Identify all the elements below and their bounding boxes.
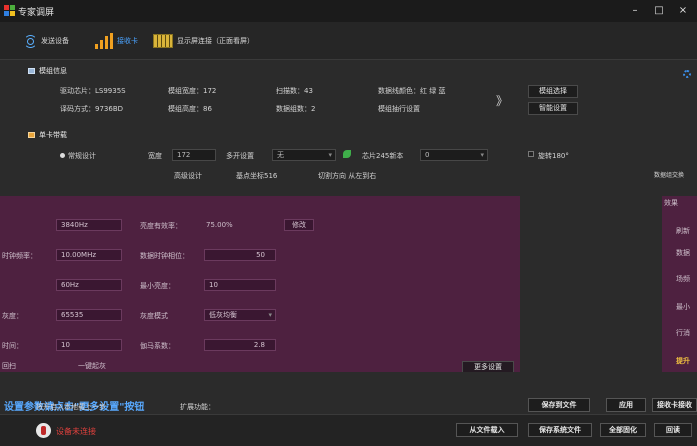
time-input[interactable]: 10 <box>56 339 122 351</box>
gray-label: 灰度： <box>2 312 23 320</box>
module-info-title: 模组信息 <box>39 67 67 75</box>
right-label-2: 数据 <box>676 249 690 257</box>
title-bar: 专家调屏 – □ × <box>0 0 697 22</box>
data-phase-stepper[interactable]: 50 <box>204 249 276 261</box>
grid-icon <box>153 34 173 48</box>
base-point-label: 基点坐标516 <box>236 172 278 180</box>
data-line-color: 数据线颜色：红 绿 蓝 <box>378 87 446 95</box>
chip-select[interactable]: 0 <box>420 149 488 161</box>
module-height: 模组高度：86 <box>168 105 212 113</box>
maximize-button[interactable]: □ <box>652 4 666 17</box>
signal-icon <box>23 34 37 48</box>
multi-open-label: 多开设置 <box>226 152 254 160</box>
parameter-panel: 3840Hz 亮度有效率： 75.00% 修改 时钟频率： 10.00MHz 数… <box>0 196 520 374</box>
gamma-label: 伽马系数： <box>140 342 175 350</box>
multi-open-select[interactable]: 无 <box>272 149 336 161</box>
apply-button[interactable]: 应用 <box>606 398 646 412</box>
min-brightness-input[interactable]: 10 <box>204 279 276 291</box>
local-load-text[interactable]: 将开启入本地载上一步 <box>36 402 106 412</box>
tab-label: 发送设备 <box>41 37 69 45</box>
load-from-file-button[interactable]: 从文件载入 <box>456 423 518 437</box>
gear-icon[interactable] <box>683 70 691 78</box>
gamma-stepper[interactable]: 2.8 <box>204 339 276 351</box>
frequency-display[interactable]: 3840Hz <box>56 219 122 231</box>
data-phase-label: 数据时钟相位： <box>140 252 189 260</box>
modify-button[interactable]: 修改 <box>284 219 314 231</box>
brightness-efficiency-label: 亮度有效率： <box>140 222 182 230</box>
gray-mode-label: 灰度模式 <box>140 312 168 320</box>
card-settings-heading: 单卡带载 <box>28 130 67 140</box>
app-window: 专家调屏 – □ × 发送设备 接收卡 显示屏连接（正面看屏） 模组信息 驱动芯… <box>0 0 697 446</box>
tab-send-device[interactable]: 发送设备 <box>20 30 72 52</box>
device-status-text: 设备未连接 <box>56 427 96 436</box>
tab-screen-connection[interactable]: 显示屏连接（正面看屏） <box>150 30 257 52</box>
tab-label: 显示屏连接（正面看屏） <box>177 37 254 45</box>
one-key-gray-label[interactable]: 一键起灰 <box>78 361 106 371</box>
device-status-icon <box>36 423 51 438</box>
gray-input[interactable]: 65535 <box>56 309 122 321</box>
module-info-heading: 模组信息 <box>28 66 67 76</box>
smart-setting-button[interactable]: 智能设置 <box>528 102 578 115</box>
receive-card-button[interactable]: 接收卡接收 <box>652 398 697 412</box>
chip-label: 芯片245新本 <box>362 152 404 160</box>
scan-count: 扫描数：43 <box>276 87 313 95</box>
module-icon <box>28 68 35 74</box>
brightness-efficiency-value: 75.00% <box>206 221 233 229</box>
close-button[interactable]: × <box>676 4 690 17</box>
normal-design-radio[interactable] <box>60 153 65 158</box>
window-title: 专家调屏 <box>18 8 55 18</box>
width-input[interactable]: 172 <box>172 149 216 161</box>
rotate-label: 旋转180° <box>538 152 569 160</box>
data-group-swap-label[interactable]: 数据组交换 <box>654 170 684 179</box>
card-icon <box>28 132 35 138</box>
card-settings-title: 单卡带载 <box>39 131 67 139</box>
overlay-strip <box>0 182 150 196</box>
advanced-design-label[interactable]: 高级设计 <box>174 171 202 181</box>
right-label-4: 最小 <box>676 303 690 311</box>
minimize-button[interactable]: – <box>628 4 642 17</box>
leaf-icon <box>343 150 351 158</box>
data-groups: 数据组数：2 <box>276 105 316 113</box>
normal-design-label: 常规设计 <box>68 152 96 160</box>
time-label: 时间： <box>2 342 23 350</box>
tab-receive-card[interactable]: 接收卡 <box>92 30 141 52</box>
module-width: 模组宽度：172 <box>168 87 217 95</box>
width-label: 宽度 <box>148 152 162 160</box>
tab-label: 接收卡 <box>117 37 138 45</box>
expand-arrow-icon[interactable]: 》 <box>496 92 508 109</box>
clock-frequency-label: 时钟频率： <box>2 252 37 260</box>
extend-function-label: 扩展功能： <box>180 403 215 411</box>
right-label-6: 提升 <box>676 357 690 365</box>
tab-bar: 发送设备 接收卡 显示屏连接（正面看屏） <box>0 22 697 60</box>
bars-icon <box>95 33 113 49</box>
right-label-3: 场频 <box>676 275 690 283</box>
cut-direction-label[interactable]: 切割方向 从左到右 <box>318 171 376 181</box>
bottom-bar <box>0 414 697 446</box>
refresh-rate-display[interactable]: 60Hz <box>56 279 122 291</box>
module-select-button[interactable]: 模组选择 <box>528 85 578 98</box>
retrace-label: 回扫 <box>2 362 16 370</box>
effect-label: 效果 <box>664 199 678 207</box>
right-effect-panel: 效果 刷新 数据 场频 最小 行消 提升 <box>662 196 697 372</box>
rotate-checkbox[interactable] <box>528 151 534 157</box>
decoding-mode: 译码方式：9736BD <box>60 105 124 113</box>
clock-frequency-input[interactable]: 10.00MHz <box>56 249 122 261</box>
save-system-file-button[interactable]: 保存系统文件 <box>528 423 592 437</box>
min-brightness-label: 最小亮度： <box>140 282 175 290</box>
fix-all-button[interactable]: 全部固化 <box>600 423 646 437</box>
save-to-file-button[interactable]: 保存到文件 <box>528 398 590 412</box>
driver-chip: 驱动芯片：LS9935S <box>60 87 126 95</box>
read-back-button[interactable]: 回读 <box>654 423 692 437</box>
right-label-5: 行消 <box>676 329 690 337</box>
row-extract-setting[interactable]: 模组抽行设置 <box>378 104 420 114</box>
app-logo-icon <box>4 5 15 16</box>
right-label-1: 刷新 <box>676 227 690 235</box>
gray-mode-select[interactable]: 低灰均衡 <box>204 309 276 321</box>
bottom-ribbon <box>0 372 697 396</box>
